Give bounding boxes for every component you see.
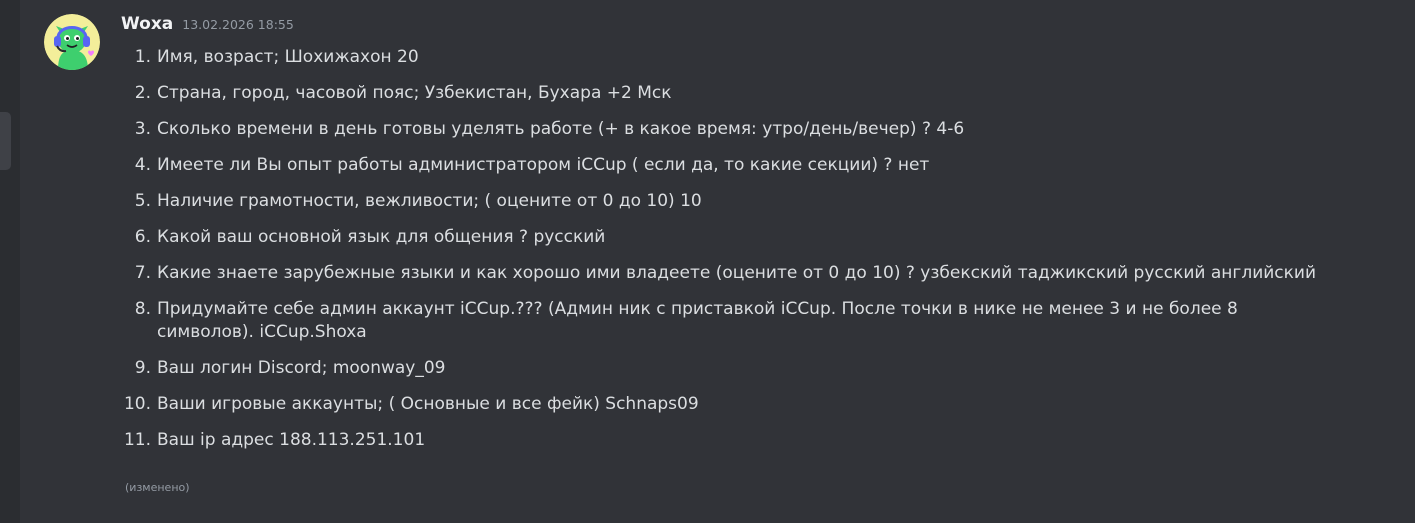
list-number: 10. xyxy=(123,394,151,414)
list-item: 10. Ваши игровые аккаунты; ( Основные и в… xyxy=(121,393,1411,416)
side-panel-edge xyxy=(0,0,20,523)
list-number: 9. xyxy=(134,358,151,378)
list-item: 11. Ваш ip адрес 188.113.251.101 xyxy=(121,429,1411,452)
message-header: Woxa 13.02.2026 18:55 xyxy=(121,14,294,40)
list-item: 8. Придумайте себе админ аккаунт iCCup.??… xyxy=(121,298,1317,344)
list-item-text: Ваши игровые аккаунты; ( Основные и все … xyxy=(157,394,699,414)
list-item: 4. Имеете ли Вы опыт работы администратор… xyxy=(121,154,1411,177)
list-item: 5. Наличие грамотности, вежливости; ( оце… xyxy=(121,190,1411,213)
list-item-text: Наличие грамотности, вежливости; ( оцени… xyxy=(157,191,702,211)
username[interactable]: Woxa xyxy=(121,14,173,34)
list-number: 6. xyxy=(134,227,151,247)
list-item: 7. Какие знаете зарубежные языки и как хо… xyxy=(121,262,1411,285)
list-item-text: Сколько времени в день готовы уделять ра… xyxy=(157,119,965,139)
avatar[interactable] xyxy=(44,14,100,70)
list-item: 9. Ваш логин Discord; moonway_09 xyxy=(121,357,1411,380)
answers-list: 1. Имя, возраст; Шохижахон 20 2. Страна, г… xyxy=(121,46,1411,465)
list-number: 5. xyxy=(134,191,151,211)
list-number: 7. xyxy=(134,263,151,283)
list-number: 11. xyxy=(123,430,151,450)
list-number: 4. xyxy=(134,155,151,175)
list-item-text: Придумайте себе админ аккаунт iCCup.??? … xyxy=(157,299,1238,342)
list-item: 1. Имя, возраст; Шохижахон 20 xyxy=(121,46,1411,69)
list-number: 8. xyxy=(134,299,151,319)
list-item: 3. Сколько времени в день готовы уделять … xyxy=(121,118,1411,141)
list-number: 3. xyxy=(134,119,151,139)
list-item-text: Какие знаете зарубежные языки и как хоро… xyxy=(157,263,1316,283)
list-item-text: Страна, город, часовой пояс; Узбекистан,… xyxy=(157,83,672,103)
scrollbar-thumb[interactable] xyxy=(0,112,11,170)
green-creature-headset-avatar-icon xyxy=(44,14,100,70)
list-item-text: Какой ваш основной язык для общения ? ру… xyxy=(157,227,606,247)
edited-label: (изменено) xyxy=(125,481,190,494)
list-item-text: Ваш ip адрес 188.113.251.101 xyxy=(157,430,426,450)
list-item: 2. Страна, город, часовой пояс; Узбекиста… xyxy=(121,82,1411,105)
list-item-text: Имеете ли Вы опыт работы администратором… xyxy=(157,155,930,175)
list-number: 2. xyxy=(134,83,151,103)
list-item-text: Имя, возраст; Шохижахон 20 xyxy=(157,47,419,67)
list-item-text: Ваш логин Discord; moonway_09 xyxy=(157,358,446,378)
chat-message: Woxa 13.02.2026 18:55 1. Имя, возраст; Шо… xyxy=(20,0,1415,523)
timestamp[interactable]: 13.02.2026 18:55 xyxy=(182,17,294,32)
list-number: 1. xyxy=(134,47,151,67)
list-item: 6. Какой ваш основной язык для общения ? … xyxy=(121,226,1411,249)
